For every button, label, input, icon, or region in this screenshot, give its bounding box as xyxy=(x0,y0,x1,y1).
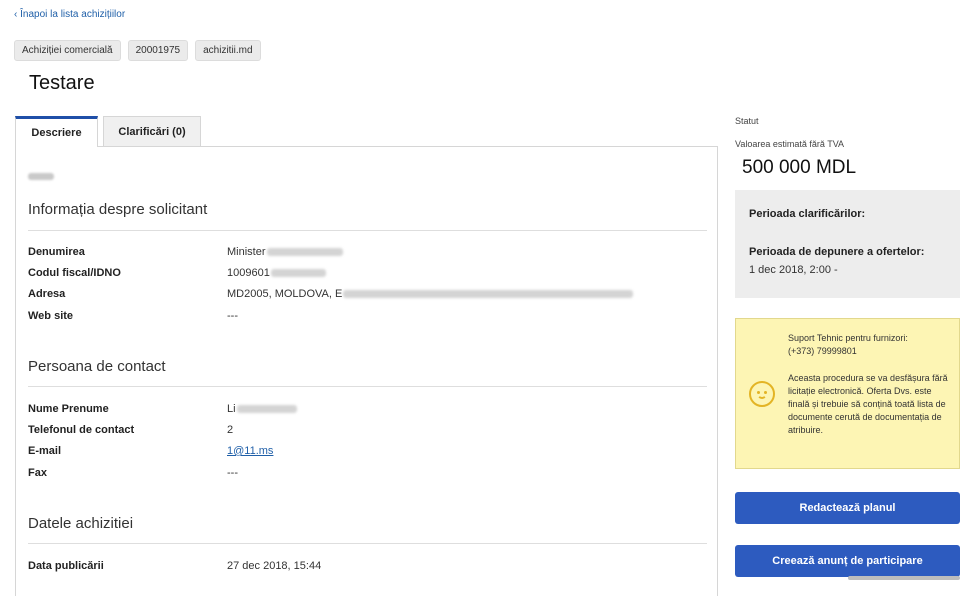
edit-plan-button[interactable]: Redactează planul xyxy=(735,492,960,524)
field-value: 27 dec 2018, 15:44 xyxy=(227,560,322,572)
page-title: Testare xyxy=(29,72,95,94)
divider xyxy=(28,386,707,387)
description-panel: Informația despre solicitant Denumirea M… xyxy=(15,146,718,596)
support-notice-text: Aceasta procedura se va desfășura fără l… xyxy=(788,373,948,435)
procurement-id-chip: 20001975 xyxy=(127,40,189,61)
requester-section-title: Informația despre solicitant xyxy=(28,201,208,218)
offers-period-value: 1 dec 2018, 2:00 - xyxy=(749,264,838,276)
field-value: 2 xyxy=(227,424,234,436)
field-value: Li xyxy=(227,403,297,415)
contact-section-title: Persoana de contact xyxy=(28,358,166,375)
field-label: Codul fiscal/IDNO xyxy=(28,267,121,279)
field-row-fiscal-code: Codul fiscal/IDNO 1009601 xyxy=(28,267,698,281)
field-label: Denumirea xyxy=(28,246,85,258)
back-to-list-link[interactable]: ‹ Înapoi la lista achizițiilor xyxy=(14,9,125,20)
clarification-period-label: Perioada clarificărilor: xyxy=(749,208,866,220)
tab-bar: Descriere Clarificări (0) xyxy=(15,116,201,147)
periods-box: Perioada clarificărilor: Perioada de dep… xyxy=(735,190,960,298)
offers-period-label: Perioada de depunere a ofertelor: xyxy=(749,246,925,258)
field-row-contact-name: Nume Prenume Li xyxy=(28,403,698,417)
status-label: Statut xyxy=(735,116,759,126)
field-label: Adresa xyxy=(28,288,66,300)
support-notice: Suport Tehnic pentru furnizori: (+373) 7… xyxy=(735,318,960,469)
estimated-value: 500 000 MDL xyxy=(742,157,857,178)
field-row-email: E-mail 1@11.ms xyxy=(28,445,698,459)
field-label: Web site xyxy=(28,310,74,322)
tab-clarifications[interactable]: Clarificări (0) xyxy=(103,116,201,147)
field-value: Minister xyxy=(227,246,343,258)
estimated-value-label: Valoarea estimată fără TVA xyxy=(735,139,845,149)
procurement-type-chip: Achiziției comercială xyxy=(14,40,121,61)
email-link[interactable]: 1@11.ms xyxy=(227,445,273,457)
field-row-phone: Telefonul de contact 2 xyxy=(28,424,698,438)
field-row-website: Web site --- xyxy=(28,310,698,324)
field-row-fax: Fax --- xyxy=(28,467,698,481)
field-value: --- xyxy=(227,467,238,479)
field-value: 1009601 xyxy=(227,267,326,279)
field-label: Telefonul de contact xyxy=(28,424,135,436)
divider xyxy=(28,543,707,544)
tag-chips: Achiziției comercială 20001975 achizitii… xyxy=(14,40,261,61)
support-phone: (+373) 79999801 xyxy=(788,346,857,356)
redacted-description xyxy=(28,173,54,180)
field-label: Fax xyxy=(28,467,47,479)
field-row-name: Denumirea Minister xyxy=(28,246,698,260)
field-value: --- xyxy=(227,310,238,322)
field-label: E-mail xyxy=(28,445,62,457)
field-label: Nume Prenume xyxy=(28,403,109,415)
support-title: Suport Tehnic pentru furnizori: xyxy=(788,333,908,343)
field-value: MD2005, MOLDOVA, E xyxy=(227,288,634,300)
smiley-icon xyxy=(749,381,775,407)
tab-description[interactable]: Descriere xyxy=(15,116,98,147)
platform-chip: achizitii.md xyxy=(195,40,261,61)
divider xyxy=(28,230,707,231)
create-notice-button[interactable]: Creează anunț de participare xyxy=(735,545,960,577)
procurement-section-title: Datele achizitiei xyxy=(28,515,134,532)
field-row-address: Adresa MD2005, MOLDOVA, E xyxy=(28,288,698,302)
field-row-publish-date: Data publicării 27 dec 2018, 15:44 xyxy=(28,560,698,574)
field-label: Data publicării xyxy=(28,560,104,572)
horizontal-scrollbar[interactable] xyxy=(848,576,960,580)
